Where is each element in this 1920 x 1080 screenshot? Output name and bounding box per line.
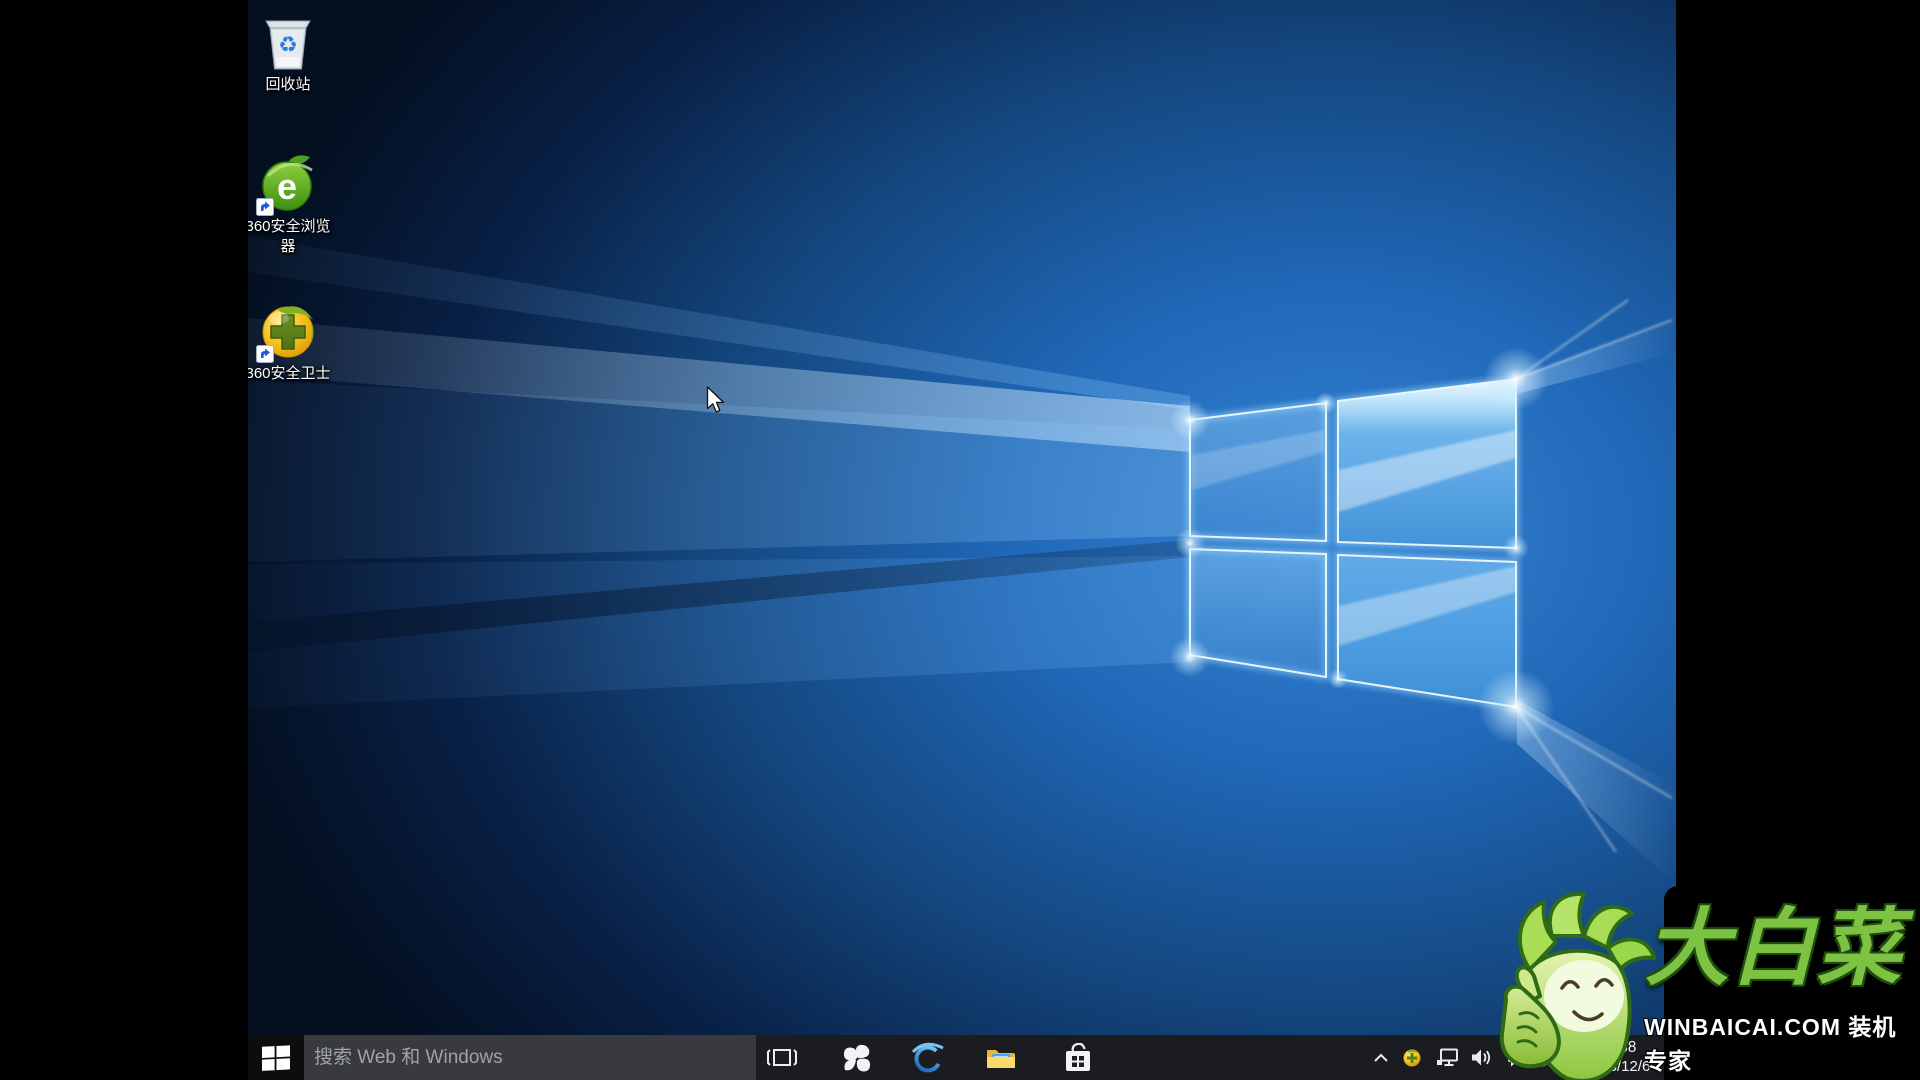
- task-view-icon: [767, 1045, 797, 1071]
- tray-network[interactable]: [1434, 1035, 1462, 1080]
- 360-tray-icon: [1402, 1048, 1422, 1068]
- recycle-bin-icon: ♻: [258, 12, 318, 72]
- video-frame: ♻ 回收站 e: [0, 0, 1920, 1080]
- desktop-wallpaper[interactable]: [248, 0, 1676, 1080]
- tray-volume[interactable]: [1467, 1035, 1495, 1080]
- letterbox-left: [0, 0, 248, 1080]
- svg-text:♻: ♻: [278, 32, 298, 57]
- start-button[interactable]: [248, 1035, 304, 1080]
- file-explorer-button[interactable]: [976, 1035, 1026, 1080]
- shortcut-arrow-icon: [256, 345, 274, 363]
- chevron-up-icon: [1373, 1052, 1389, 1064]
- search-input[interactable]: [304, 1035, 756, 1080]
- pinwheel-app-button[interactable]: [832, 1035, 882, 1080]
- watermark-subtitle: WINBAICAI.COM 装机专家: [1644, 1008, 1920, 1076]
- svg-text:e: e: [277, 166, 297, 207]
- windows-store-button[interactable]: [1053, 1035, 1103, 1080]
- internet-explorer-icon: [911, 1042, 945, 1074]
- network-icon: [1437, 1048, 1459, 1067]
- desktop-icon-360-browser[interactable]: e 360安全浏览器: [248, 154, 332, 257]
- pinwheel-icon: [842, 1043, 872, 1073]
- taskbar: 英 16:38 2018/12/6: [248, 1035, 1676, 1080]
- speaker-icon: [1471, 1049, 1492, 1066]
- windows-logo-icon: [262, 1044, 290, 1072]
- mouse-cursor: [706, 386, 730, 414]
- desktop-icon-label: 360安全卫士: [248, 364, 332, 384]
- desktop-icon-label: 360安全浏览器: [248, 217, 332, 257]
- watermark-title: 大白菜: [1645, 906, 1903, 990]
- taskbar-search[interactable]: [304, 1035, 756, 1080]
- shortcut-arrow-icon: [256, 198, 274, 216]
- task-view-button[interactable]: [757, 1035, 807, 1080]
- file-explorer-icon: [985, 1044, 1017, 1072]
- windows-store-icon: [1063, 1043, 1093, 1073]
- desktop-icon-360-safe-guard[interactable]: 360安全卫士: [248, 301, 332, 384]
- tray-360-safe-guard[interactable]: [1398, 1035, 1426, 1080]
- desktop-icon-recycle-bin[interactable]: ♻ 回收站: [248, 12, 332, 95]
- tray-show-hidden-icons-button[interactable]: [1368, 1035, 1394, 1080]
- desktop-icon-label: 回收站: [248, 75, 332, 95]
- internet-explorer-button[interactable]: [903, 1035, 953, 1080]
- windows-desktop-screen: ♻ 回收站 e: [248, 0, 1676, 1080]
